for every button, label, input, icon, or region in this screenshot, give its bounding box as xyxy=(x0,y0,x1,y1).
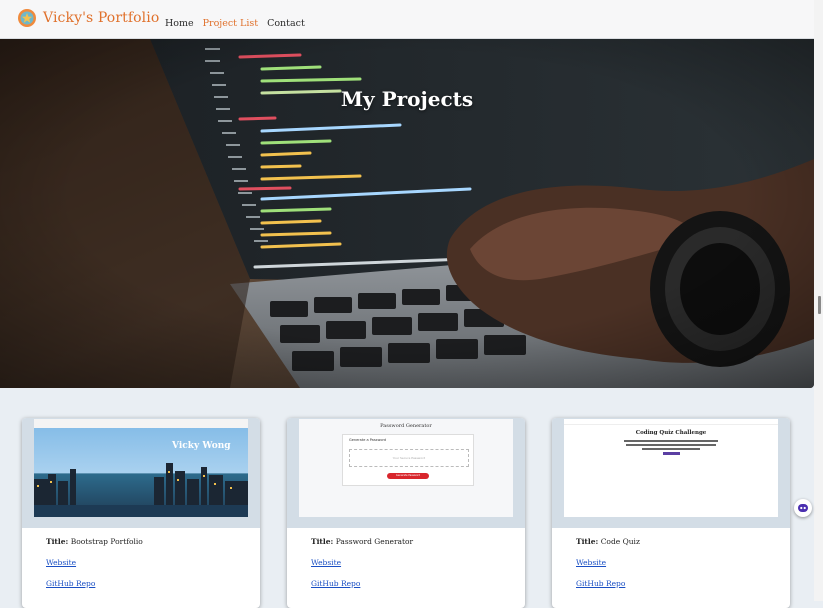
project-title: Title: Password Generator xyxy=(311,537,413,546)
thumb-text-line xyxy=(642,448,700,450)
nav-contact-link[interactable]: Contact xyxy=(267,18,305,29)
thumb-start-button xyxy=(663,452,680,455)
website-link[interactable]: Website xyxy=(46,558,143,567)
project-title: Title: Code Quiz xyxy=(576,537,640,546)
title-value: Code Quiz xyxy=(600,537,640,546)
nav-home-link[interactable]: Home xyxy=(165,18,194,29)
title-value: Password Generator xyxy=(335,537,414,546)
title-value: Bootstrap Portfolio xyxy=(70,537,143,546)
nav-project-list-link[interactable]: Project List xyxy=(203,18,258,29)
project-details: Title: Password Generator Website GitHub… xyxy=(311,537,413,600)
bootstrap-portfolio-screenshot: Vicky Wong xyxy=(34,419,248,517)
title-label: Title: xyxy=(311,537,334,546)
thumb-subheading: Generate a Password xyxy=(349,438,387,442)
thumb-card: Generate a Password Your Secure Password… xyxy=(342,434,474,486)
github-repo-link[interactable]: GitHub Repo xyxy=(46,579,143,588)
password-generator-screenshot: Password Generator Generate a Password Y… xyxy=(299,419,513,517)
project-thumbnail: Coding Quiz Challenge xyxy=(552,418,790,528)
thumb-nav xyxy=(564,419,778,425)
github-repo-link[interactable]: GitHub Repo xyxy=(311,579,413,588)
thumb-heading: Coding Quiz Challenge xyxy=(635,430,707,436)
thumb-text-line xyxy=(624,440,718,442)
thumb-password-field: Your Secure Password xyxy=(349,449,469,467)
project-thumbnail: Vicky Wong xyxy=(22,418,260,528)
website-link[interactable]: Website xyxy=(576,558,640,567)
page-title: My Projects xyxy=(340,87,474,111)
title-label: Title: xyxy=(576,537,599,546)
top-navbar: Vicky's Portfolio Home Project List Cont… xyxy=(0,0,814,39)
project-details: Title: Code Quiz Website GitHub Repo xyxy=(576,537,640,600)
thumb-generate-button: Generate Password xyxy=(387,473,429,479)
chat-widget-button[interactable] xyxy=(794,499,812,517)
chat-bot-icon xyxy=(798,504,808,512)
title-label: Title: xyxy=(46,537,69,546)
hero-banner: My Projects xyxy=(0,39,814,388)
project-title: Title: Bootstrap Portfolio xyxy=(46,537,143,546)
thumb-heading: Vicky Wong xyxy=(172,441,231,451)
thumb-heading: Password Generator xyxy=(380,423,432,429)
brand[interactable]: Vicky's Portfolio xyxy=(17,8,159,28)
project-card: Coding Quiz Challenge Title: Code Quiz W… xyxy=(552,418,790,608)
brand-name: Vicky's Portfolio xyxy=(43,10,160,26)
nav-links: Home Project List Contact xyxy=(165,18,305,29)
github-repo-link[interactable]: GitHub Repo xyxy=(576,579,640,588)
projects-section: Vicky Wong Title: Bootstrap Portfolio We… xyxy=(0,400,814,608)
project-thumbnail: Password Generator Generate a Password Y… xyxy=(287,418,525,528)
star-logo-icon xyxy=(18,9,36,27)
project-card: Vicky Wong Title: Bootstrap Portfolio We… xyxy=(22,418,260,608)
project-card: Password Generator Generate a Password Y… xyxy=(287,418,525,608)
code-quiz-screenshot: Coding Quiz Challenge xyxy=(564,419,778,517)
scrollbar-thumb[interactable] xyxy=(818,296,821,314)
website-link[interactable]: Website xyxy=(311,558,413,567)
thumb-text-line xyxy=(626,444,716,446)
project-details: Title: Bootstrap Portfolio Website GitHu… xyxy=(46,537,143,600)
